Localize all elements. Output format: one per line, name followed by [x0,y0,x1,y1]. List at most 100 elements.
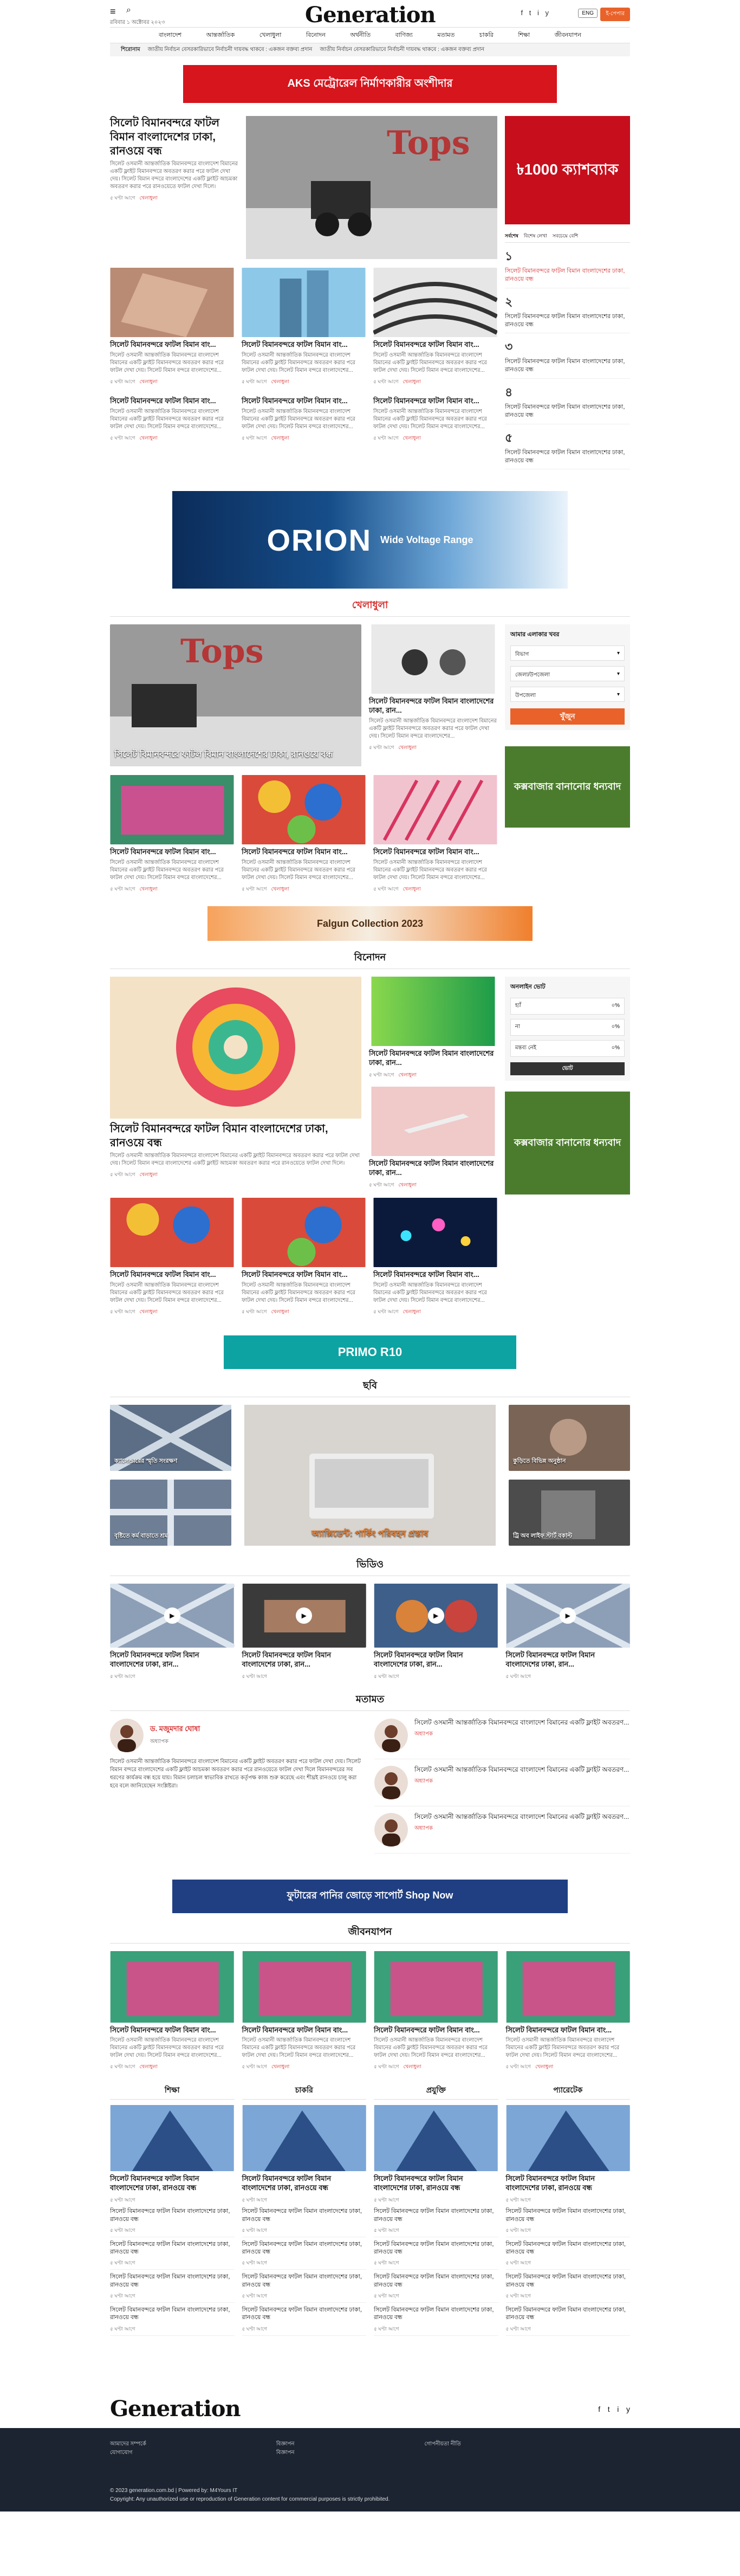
banner-ad-aks[interactable]: AKS মেট্রোরেল নির্মাণকারীর অংশীদার [183,65,557,103]
youtube-icon[interactable]: y [626,2405,630,2413]
story-card[interactable]: সিলেট বিমানবন্দরে ফাটল বিমান বাং... সিলে… [373,1197,497,1316]
story-headline[interactable]: সিলেট বিমানবন্দরে ফাটল বিমান বাং... [373,848,497,857]
nav-item[interactable]: জীবনযাপন [555,30,581,41]
story-image[interactable] [369,1087,497,1157]
story-headline[interactable]: সিলেট বিমানবন্দরে ফাটল বিমান বাং... [242,1270,366,1280]
nav-item[interactable]: বিনোদন [306,30,326,41]
side-ad-green[interactable]: কক্সবাজার বানানোর ধন্যবাদ [505,746,630,828]
trending-item[interactable]: ৫ সিলেট বিমানবন্দরে ফাটল বিমান বাংলাদেশের… [505,424,630,470]
district-select[interactable]: জেলা/উপজেলা ▾ [510,666,625,682]
upazila-select[interactable]: উপজেলা ▾ [510,687,625,702]
opinion-lead[interactable]: ড. মজুমদার ঘোষা অধ্যাপক সিলেট ওসমানী আন্ত… [110,1718,365,1860]
section-title-entertainment[interactable]: বিনোদন [110,950,630,970]
photo-item[interactable]: ক্যালেন্ডারের স্মৃতি সংরক্ষণ [110,1404,231,1471]
poll-option[interactable]: না ০% [510,1019,625,1036]
opinion-item[interactable]: সিলেট ওসমানী আন্তর্জাতিক বিমানবন্দরে বাং… [374,1718,630,1759]
video-card[interactable]: ▶ সিলেট বিমানবন্দরে ফাটল বিমান বাংলাদেশের… [374,1583,498,1681]
story-image[interactable] [373,1197,497,1267]
story-tag[interactable]: খেলাধুলা [271,886,289,892]
trending-title[interactable]: সিলেট বিমানবন্দরে ফাটল বিমান বাংলাদেশের … [505,403,630,419]
ticker-item[interactable]: জাতীয় নির্বাচন বেসরকারিভাবে নির্বাচনী দ… [320,46,484,55]
opinion-item[interactable]: সিলেট ওসমানী আন্তর্জাতিক বিমানবন্দরে বাং… [374,1812,630,1854]
nav-item[interactable]: মতামত [437,30,455,41]
story-image[interactable] [369,977,497,1047]
photo-item[interactable]: ট্রি অব লাইফ স্টার্ট বকাল্ট [509,1479,630,1546]
story-card[interactable]: সিলেট বিমানবন্দরে ফাটল বিমান বাংলাদেশের … [369,624,497,766]
story-image[interactable] [110,775,234,845]
trending-title[interactable]: সিলেট বিমানবন্দরে ফাটল বিমান বাংলাদেশের … [505,313,630,329]
poll-option[interactable]: হ্যাঁ ০% [510,998,625,1015]
video-card[interactable]: ▶ সিলেট বিমানবন্দরে ফাটল বিমান বাংলাদেশের… [242,1583,367,1681]
footer-link[interactable]: গোপনীয়তা নীতি [425,2440,461,2449]
trending-title[interactable]: সিলেট বিমানবন্দরে ফাটল বিমান বাংলাদেশের … [505,358,630,374]
story-headline[interactable]: সিলেট বিমানবন্দরে ফাটল বিমান বাংলাদেশের … [369,697,497,715]
instagram-icon[interactable]: i [537,9,539,17]
story-card[interactable]: সিলেট বিমানবন্দরে ফাটল বিমান বাং... সিলে… [242,775,366,893]
story-card[interactable]: সিলেট বিমানবন্দরে ফাটল বিমান বাংলাদেশের … [369,977,497,1079]
youtube-icon[interactable]: y [546,9,549,17]
story-tag[interactable]: খেলাধুলা [399,745,417,750]
story-tag[interactable]: খেলাধুলা [140,886,158,892]
facebook-icon[interactable]: f [521,9,523,17]
epaper-button[interactable]: ই-পেপার [600,8,630,21]
footer-link[interactable]: বিজ্ঞাপন [276,2440,295,2449]
story-headline[interactable]: সিলেট বিমানবন্দরে ফাটল বিমান বাং... [110,848,234,857]
story-headline[interactable]: সিলেট বিমানবন্দরে ফাটল বিমান বাং... [242,397,366,406]
story-card[interactable]: সিলেট বিমানবন্দরে ফাটল বিমান বাং... সিলে… [242,268,366,386]
story-image[interactable] [110,1197,234,1267]
story-headline[interactable]: সিলেট বিমানবন্দরে ফাটল বিমান বাং... [110,1270,234,1280]
video-card[interactable]: ▶ সিলেট বিমানবন্দরে ফাটল বিমান বাংলাদেশের… [110,1583,235,1681]
story-headline[interactable]: সিলেট বিমানবন্দরে ফাটল বিমান বাংলাদেশের … [369,1159,497,1178]
ticker-item[interactable]: জাতীয় নির্বাচন বেসরকারিভাবে নির্বাচনী দ… [148,46,313,55]
search-icon[interactable]: ⌕ [126,5,131,15]
story-tag[interactable]: খেলাধুলা [140,1309,158,1314]
story-card[interactable]: সিলেট বিমানবন্দরে ফাটল বিমান বাংলাদেশের … [369,1087,497,1189]
story-image[interactable] [373,268,497,337]
footer-logo[interactable]: Generation [110,2396,241,2422]
trending-title[interactable]: সিলেট বিমানবন্দরে ফাটল বিমান বাংলাদেশের … [505,449,630,465]
photo-item[interactable]: কুড়িতে বিভিন্ন অনুষ্ঠান [509,1404,630,1471]
tab-latest[interactable]: সর্বশেষ [505,232,518,240]
poll-option[interactable]: মন্তব্য নেই ০% [510,1040,625,1057]
author-name[interactable]: ড. মজুমদার ঘোষা [150,1724,200,1735]
story-headline[interactable]: সিলেট বিমানবন্দরে ফাটল বিমান বাং... [242,848,366,857]
banner-ad-falgun[interactable]: Falgun Collection 2023 [207,906,533,941]
nav-item[interactable]: আন্তর্জাতিক [206,30,235,41]
video-card[interactable]: ▶ সিলেট বিমানবন্দরে ফাটল বিমান বাংলাদেশের… [505,1583,630,1681]
section-title-lifestyle[interactable]: জীবনযাপন [110,1924,630,1944]
twitter-icon[interactable]: t [608,2405,610,2413]
side-ad-green[interactable]: কক্সবাজার বানানোর ধন্যবাদ [505,1092,630,1195]
photo-lead-caption[interactable]: অ্যাক্সিডেন্ট: পার্কিং পরিবহন প্রস্তাব [311,1527,428,1541]
story-tag[interactable]: খেলাধুলা [271,1309,289,1314]
category-title[interactable]: শিক্ষা [110,2084,235,2100]
play-icon[interactable]: ▶ [296,1607,313,1624]
story-tag[interactable]: খেলাধুলা [271,379,289,384]
section-title-sports[interactable]: খেলাধুলা [110,597,630,617]
story-card[interactable]: সিলেট বিমানবন্দরে ফাটল বিমান বাং... সিলেট… [506,1951,631,2071]
sports-lead-headline[interactable]: সিলেট বিমানবন্দরে ফাটল বিমান বাংলাদেশের … [114,747,333,762]
twitter-icon[interactable]: t [529,9,531,17]
tab-special[interactable]: বিশেষ লেখা [524,232,547,240]
category-title[interactable]: প্রযুক্তি [374,2084,498,2100]
story-card[interactable]: সিলেট বিমানবন্দরে ফাটল বিমান বাং... সিলে… [373,268,497,386]
story-card[interactable]: সিলেট বিমানবন্দরে ফাটল বিমান বাং... সিলেট… [242,1951,367,2071]
photo-lead[interactable]: অ্যাক্সিডেন্ট: পার্কিং পরিবহন প্রস্তাব [240,1404,500,1546]
language-button[interactable]: ENG [578,9,598,18]
play-icon[interactable]: ▶ [427,1607,444,1624]
story-tag[interactable]: খেলাধুলা [403,379,421,384]
banner-ad-pureit[interactable]: ফুটারের পানির জোড়ে সাপোর্ট Shop Now [172,1879,568,1913]
story-tag[interactable]: খেলাধুলা [140,1172,158,1177]
search-button[interactable]: খুঁজুন [510,708,625,725]
nav-item[interactable]: বাণিজ্য [395,30,413,41]
story-card[interactable]: সিলেট বিমানবন্দরে ফাটল বিমান বাং... সিলেট… [110,1951,235,2071]
instagram-icon[interactable]: i [617,2405,619,2413]
story-image[interactable] [110,268,234,337]
category-title[interactable]: প্যারেটেক [505,2084,630,2100]
category-title[interactable]: চাকরি [242,2084,366,2100]
story-card[interactable]: সিলেট বিমানবন্দরে ফাটল বিমান বাং... সিলে… [242,1197,366,1316]
trending-item[interactable]: ৪ সিলেট বিমানবন্দরে ফাটল বিমান বাংলাদেশের… [505,379,630,424]
story-headline[interactable]: সিলেট বিমানবন্দরে ফাটল বিমান বাংলাদেশের … [369,1049,497,1068]
photo-item[interactable]: বৃষ্টিতে কর্ম বাড়াতে শ্রম [110,1479,231,1546]
section-title-opinion[interactable]: মতামত [110,1691,630,1711]
story-tag[interactable]: খেলাধুলা [140,379,158,384]
